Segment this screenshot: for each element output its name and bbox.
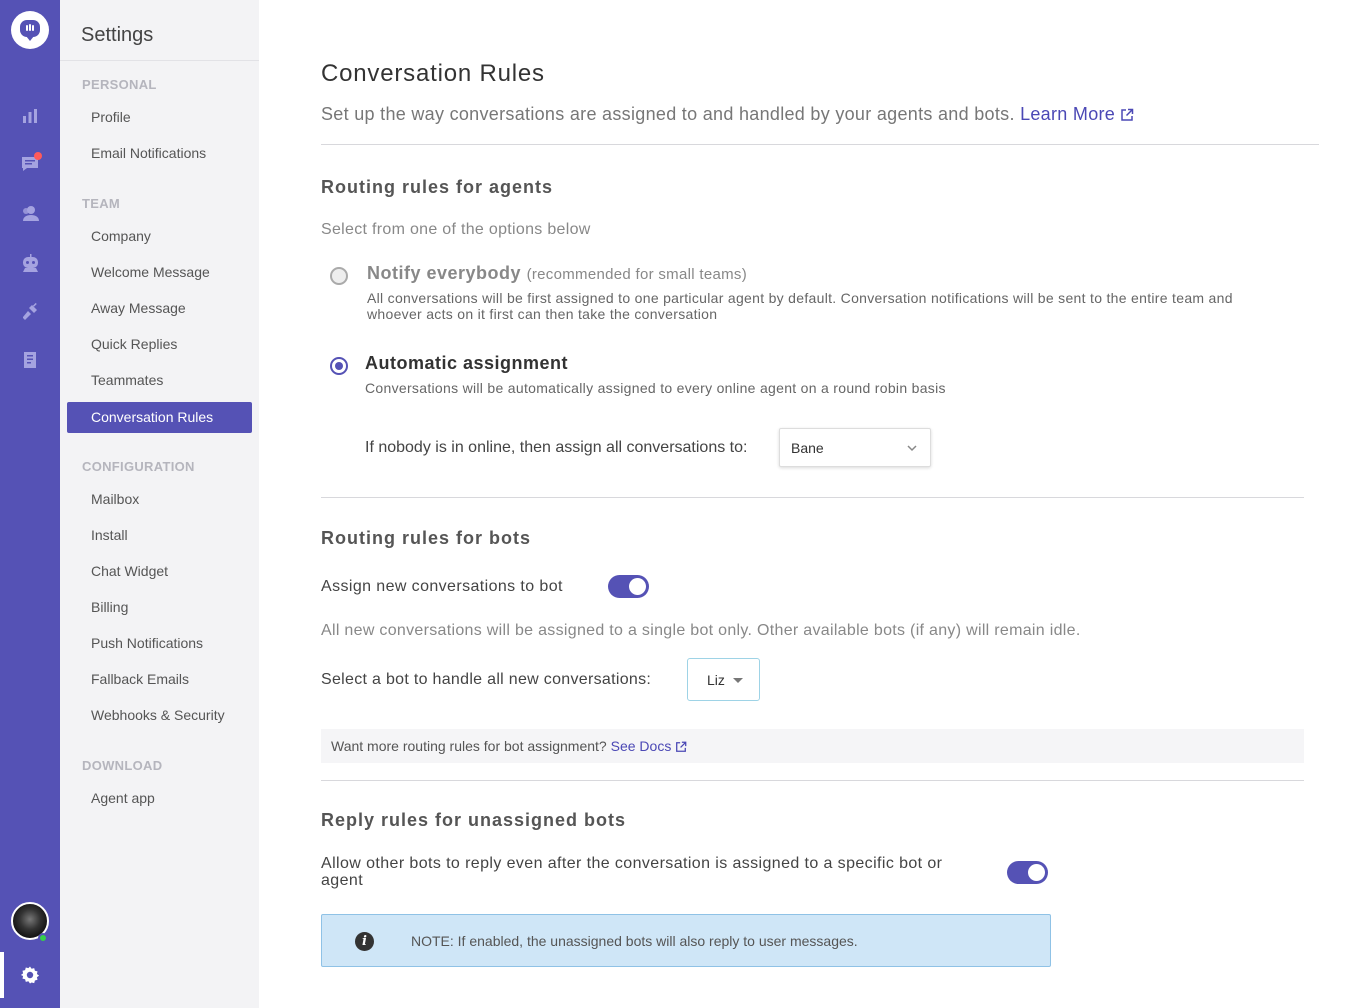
active-indicator: [0, 952, 4, 998]
agents-hint: Select from one of the options below: [321, 221, 591, 238]
sidebar-item-profile[interactable]: Profile: [67, 102, 252, 133]
knowledge-base-icon[interactable]: [20, 350, 40, 370]
note-text: NOTE: If enabled, the unassigned bots wi…: [411, 933, 858, 949]
bot-select[interactable]: Liz: [687, 658, 760, 701]
toggle-knob: [629, 578, 646, 595]
bots-icon[interactable]: [20, 253, 40, 273]
fallback-assignee-select[interactable]: Bane: [779, 428, 931, 467]
divider: [321, 144, 1319, 145]
subtitle-text: Set up the way conversations are assigne…: [321, 104, 1015, 124]
sidebar-item-agent-app[interactable]: Agent app: [67, 783, 252, 814]
settings-icon[interactable]: [20, 965, 40, 985]
sidebar-item-push-notifications[interactable]: Push Notifications: [67, 628, 252, 659]
sidebar-item-fallback-emails[interactable]: Fallback Emails: [67, 664, 252, 695]
sidebar-item-mailbox[interactable]: Mailbox: [67, 484, 252, 515]
chevron-down-icon: [907, 445, 917, 452]
bot-select-value: Liz: [707, 672, 725, 688]
assign-to-bot-toggle[interactable]: [608, 575, 649, 598]
allow-other-bots-label: Allow other bots to reply even after the…: [321, 855, 943, 889]
divider: [321, 780, 1304, 781]
sidebar-item-conversation-rules[interactable]: Conversation Rules: [67, 402, 252, 433]
sidebar-item-email-notifications[interactable]: Email Notifications: [67, 138, 252, 169]
caret-down-icon: [733, 678, 743, 683]
app-rail: [0, 0, 60, 1008]
sidebar-item-webhooks-security[interactable]: Webhooks & Security: [67, 700, 252, 731]
external-link-icon: [676, 741, 687, 753]
learn-more-link[interactable]: Learn More: [1020, 104, 1134, 124]
notify-everybody-note: (recommended for small teams): [526, 266, 747, 283]
sidebar-item-install[interactable]: Install: [67, 520, 252, 551]
sidebar-item-company[interactable]: Company: [67, 221, 252, 252]
docs-callout-text: Want more routing rules for bot assignme…: [331, 738, 687, 754]
sidebar-item-billing[interactable]: Billing: [67, 592, 252, 623]
bot-select-label: Select a bot to handle all new conversat…: [321, 671, 652, 688]
toggle-knob: [1028, 864, 1045, 881]
sidebar-item-welcome-message[interactable]: Welcome Message: [67, 257, 252, 288]
see-docs-label: See Docs: [610, 738, 672, 754]
settings-sidebar: Settings PERSONAL Profile Email Notifica…: [60, 0, 259, 1008]
sidebar-item-teammates[interactable]: Teammates: [67, 365, 252, 396]
notification-dot: [34, 152, 42, 160]
learn-more-label: Learn More: [1020, 104, 1116, 124]
assign-to-bot-label: Assign new conversations to bot: [321, 578, 563, 595]
allow-other-bots-toggle[interactable]: [1007, 861, 1048, 884]
docs-text: Want more routing rules for bot assignme…: [331, 738, 607, 754]
sidebar-item-quick-replies[interactable]: Quick Replies: [67, 329, 252, 360]
integrations-icon[interactable]: [20, 302, 40, 322]
notify-everybody-description: All conversations will be first assigned…: [367, 290, 1233, 322]
logo-icon[interactable]: [11, 11, 49, 49]
analytics-icon[interactable]: [20, 106, 40, 126]
bots-info: All new conversations will be assigned t…: [321, 622, 1081, 639]
automatic-assignment-description: Conversations will be automatically assi…: [365, 380, 946, 396]
sidebar-title: Settings: [81, 24, 154, 46]
automatic-assignment-title: Automatic assignment: [365, 353, 569, 373]
automatic-assignment-radio[interactable]: [330, 357, 348, 375]
divider: [321, 497, 1304, 498]
notify-everybody-title: Notify everybody (recommended for small …: [367, 263, 747, 284]
contacts-icon[interactable]: [20, 203, 40, 223]
sidebar-item-chat-widget[interactable]: Chat Widget: [67, 556, 252, 587]
page-subtitle: Set up the way conversations are assigne…: [321, 104, 1134, 125]
section-personal: PERSONAL: [82, 77, 157, 92]
divider: [60, 60, 259, 61]
section-configuration: CONFIGURATION: [82, 459, 195, 474]
note-callout: i NOTE: If enabled, the unassigned bots …: [321, 914, 1051, 967]
fallback-assignee-value: Bane: [791, 440, 824, 456]
notify-everybody-label: Notify everybody: [367, 263, 522, 283]
bots-heading: Routing rules for bots: [321, 528, 531, 548]
sidebar-item-away-message[interactable]: Away Message: [67, 293, 252, 324]
page-title: Conversation Rules: [321, 60, 545, 87]
settings-nav[interactable]: [0, 952, 60, 998]
section-download: DOWNLOAD: [82, 758, 163, 773]
notify-everybody-radio[interactable]: [330, 267, 348, 285]
section-team: TEAM: [82, 196, 121, 211]
agents-heading: Routing rules for agents: [321, 177, 554, 197]
fallback-assignee-label: If nobody is in online, then assign all …: [365, 439, 748, 456]
see-docs-link[interactable]: See Docs: [611, 738, 688, 754]
docs-callout: Want more routing rules for bot assignme…: [321, 729, 1304, 763]
unassigned-heading: Reply rules for unassigned bots: [321, 810, 627, 830]
external-link-icon: [1121, 109, 1134, 121]
conversations-icon[interactable]: [20, 152, 42, 174]
online-status-indicator: [38, 933, 48, 943]
info-icon: i: [355, 932, 374, 951]
